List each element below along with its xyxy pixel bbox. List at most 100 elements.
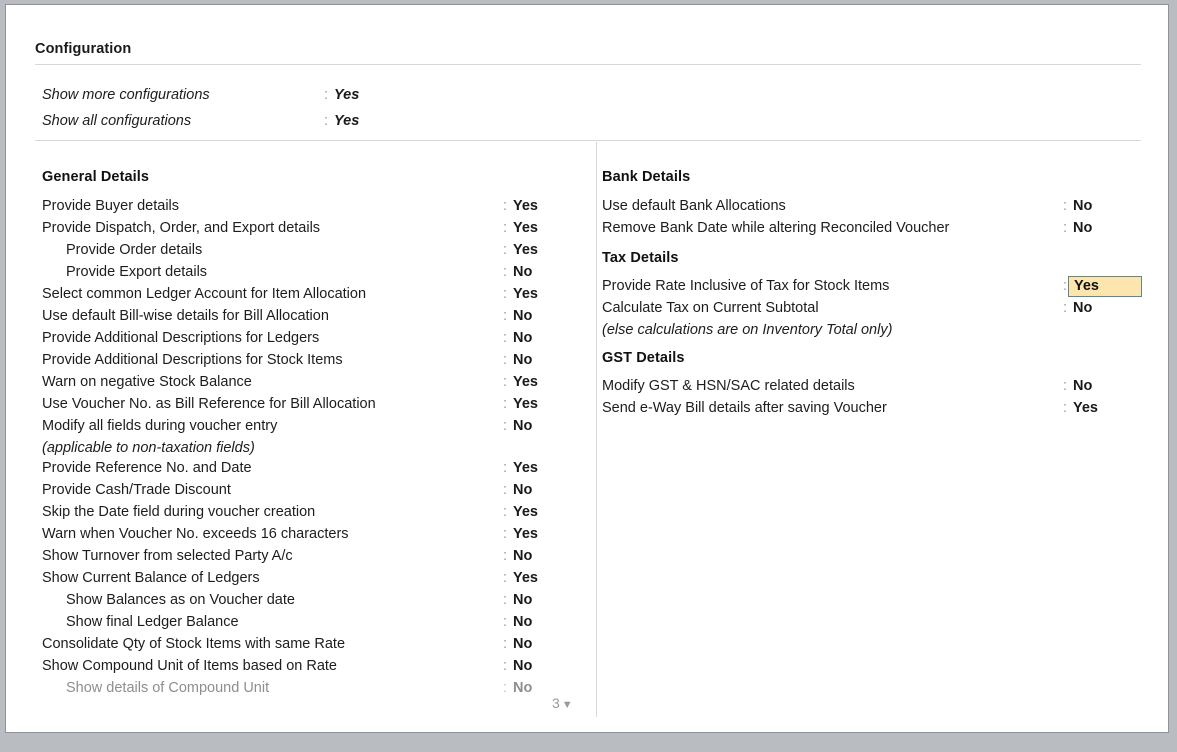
section-separator: [35, 140, 1141, 141]
row-label: Remove Bank Date while altering Reconcil…: [602, 220, 950, 236]
row-value[interactable]: Yes: [334, 110, 359, 132]
row-show-final-ledger-balance[interactable]: Show final Ledger Balance : No: [42, 611, 582, 633]
row-label: Show all configurations: [42, 113, 192, 129]
row-value[interactable]: No: [513, 261, 532, 283]
row-value[interactable]: Yes: [513, 567, 538, 589]
row-provide-export-details[interactable]: Provide Export details : No: [42, 261, 582, 283]
row-colon: :: [503, 308, 508, 324]
row-label: Calculate Tax on Current Subtotal: [602, 300, 819, 316]
row-value[interactable]: Yes: [513, 393, 538, 415]
row-use-default-bank-allocations[interactable]: Use default Bank Allocations : No: [602, 195, 1147, 217]
row-value[interactable]: No: [513, 611, 532, 633]
row-value: No: [513, 680, 533, 696]
row-colon: :: [503, 592, 508, 608]
row-label: Use Voucher No. as Bill Reference for Bi…: [42, 396, 376, 412]
row-note-applicable-non-taxation-fields: (applicable to non-taxation fields): [42, 437, 582, 459]
row-provide-cash-trade-discount[interactable]: Provide Cash/Trade Discount : No: [42, 479, 582, 501]
row-show-more-configurations[interactable]: Show more configurations : Yes: [42, 84, 562, 106]
scroll-indicator-count: 3: [552, 695, 562, 711]
row-label: Show details of Compound Unit: [66, 680, 270, 696]
row-show-turnover-from-selected-party[interactable]: Show Turnover from selected Party A/c : …: [42, 545, 582, 567]
row-value[interactable]: No: [1073, 375, 1092, 397]
row-colon: :: [503, 198, 508, 214]
row-value[interactable]: No: [513, 589, 532, 611]
row-label: Provide Dispatch, Order, and Export deta…: [42, 220, 321, 236]
row-colon: :: [503, 548, 508, 564]
row-additional-descriptions-stock-items[interactable]: Provide Additional Descriptions for Stoc…: [42, 349, 582, 371]
row-value[interactable]: No: [513, 545, 532, 567]
row-value[interactable]: No: [513, 305, 532, 327]
row-value[interactable]: No: [513, 633, 532, 655]
row-colon: :: [1063, 278, 1068, 294]
row-provide-reference-no-and-date[interactable]: Provide Reference No. and Date : Yes: [42, 457, 582, 479]
section-heading-gst-details: GST Details: [602, 350, 685, 366]
page-title: Configuration: [35, 41, 132, 57]
row-colon: :: [503, 526, 508, 542]
row-send-eway-bill-details-after-saving[interactable]: Send e-Way Bill details after saving Vou…: [602, 397, 1147, 419]
row-colon: :: [503, 636, 508, 652]
row-label: Consolidate Qty of Stock Items with same…: [42, 636, 346, 652]
row-label: (applicable to non-taxation fields): [42, 440, 255, 456]
row-value[interactable]: No: [513, 655, 532, 677]
row-select-common-ledger-account[interactable]: Select common Ledger Account for Item Al…: [42, 283, 582, 305]
row-provide-dispatch-order-export-details[interactable]: Provide Dispatch, Order, and Export deta…: [42, 217, 582, 239]
row-value[interactable]: Yes: [513, 239, 538, 261]
row-label: Provide Additional Descriptions for Ledg…: [42, 330, 320, 346]
row-value[interactable]: Yes: [513, 283, 538, 305]
chevron-down-icon[interactable]: ▼: [562, 699, 575, 711]
row-colon: :: [324, 113, 329, 129]
row-colon: :: [324, 87, 329, 103]
row-consolidate-qty-of-stock-items[interactable]: Consolidate Qty of Stock Items with same…: [42, 633, 582, 655]
row-value[interactable]: Yes: [513, 523, 538, 545]
row-colon: :: [1063, 400, 1068, 416]
column-divider: [596, 142, 597, 717]
row-value[interactable]: Yes: [513, 195, 538, 217]
row-label: Provide Cash/Trade Discount: [42, 482, 231, 498]
row-additional-descriptions-ledgers[interactable]: Provide Additional Descriptions for Ledg…: [42, 327, 582, 349]
row-value[interactable]: No: [513, 415, 532, 437]
row-value[interactable]: Yes: [1074, 275, 1099, 297]
row-skip-date-field-during-voucher-creation[interactable]: Skip the Date field during voucher creat…: [42, 501, 582, 523]
row-value[interactable]: No: [1073, 217, 1092, 239]
row-label: Warn when Voucher No. exceeds 16 charact…: [42, 526, 349, 542]
row-value[interactable]: No: [513, 479, 532, 501]
row-warn-voucher-no-exceeds-16-characters[interactable]: Warn when Voucher No. exceeds 16 charact…: [42, 523, 582, 545]
row-value[interactable]: No: [1073, 297, 1092, 319]
section-heading-bank-details: Bank Details: [602, 169, 691, 185]
row-colon: :: [503, 286, 508, 302]
row-value[interactable]: No: [513, 327, 532, 349]
row-value[interactable]: Yes: [513, 217, 538, 239]
row-colon: :: [503, 680, 508, 696]
row-provide-rate-inclusive-of-tax[interactable]: Provide Rate Inclusive of Tax for Stock …: [602, 275, 1147, 297]
row-colon: :: [503, 570, 508, 586]
row-colon: :: [1063, 198, 1068, 214]
row-modify-all-fields-during-voucher-entry[interactable]: Modify all fields during voucher entry :…: [42, 415, 582, 437]
row-value[interactable]: Yes: [513, 501, 538, 523]
row-value[interactable]: No: [1073, 195, 1092, 217]
row-use-default-bill-wise-details[interactable]: Use default Bill-wise details for Bill A…: [42, 305, 582, 327]
row-label: Provide Reference No. and Date: [42, 460, 252, 476]
row-label: Show Balances as on Voucher date: [66, 592, 295, 608]
row-calculate-tax-on-current-subtotal[interactable]: Calculate Tax on Current Subtotal : No: [602, 297, 1147, 319]
row-use-voucher-no-as-bill-reference[interactable]: Use Voucher No. as Bill Reference for Bi…: [42, 393, 582, 415]
row-value[interactable]: Yes: [513, 371, 538, 393]
row-label: Select common Ledger Account for Item Al…: [42, 286, 367, 302]
row-value[interactable]: Yes: [513, 457, 538, 479]
row-provide-order-details[interactable]: Provide Order details : Yes: [42, 239, 582, 261]
row-colon: :: [1063, 220, 1068, 236]
row-provide-buyer-details[interactable]: Provide Buyer details : Yes: [42, 195, 582, 217]
row-colon: :: [503, 374, 508, 390]
row-warn-negative-stock-balance[interactable]: Warn on negative Stock Balance : Yes: [42, 371, 582, 393]
row-show-current-balance-of-ledgers[interactable]: Show Current Balance of Ledgers : Yes: [42, 567, 582, 589]
scroll-indicator[interactable]: 3▼: [552, 695, 575, 711]
row-show-balances-as-on-voucher-date[interactable]: Show Balances as on Voucher date : No: [42, 589, 582, 611]
row-value[interactable]: Yes: [334, 84, 359, 106]
row-show-compound-unit-of-items[interactable]: Show Compound Unit of Items based on Rat…: [42, 655, 582, 677]
row-value[interactable]: Yes: [1073, 397, 1098, 419]
row-modify-gst-hsn-sac-related-details[interactable]: Modify GST & HSN/SAC related details : N…: [602, 375, 1147, 397]
row-value[interactable]: No: [513, 349, 532, 371]
row-label: Provide Buyer details: [42, 198, 180, 214]
row-show-all-configurations[interactable]: Show all configurations : Yes: [42, 110, 562, 132]
row-remove-bank-date-while-altering[interactable]: Remove Bank Date while altering Reconcil…: [602, 217, 1147, 239]
row-colon: :: [503, 352, 508, 368]
